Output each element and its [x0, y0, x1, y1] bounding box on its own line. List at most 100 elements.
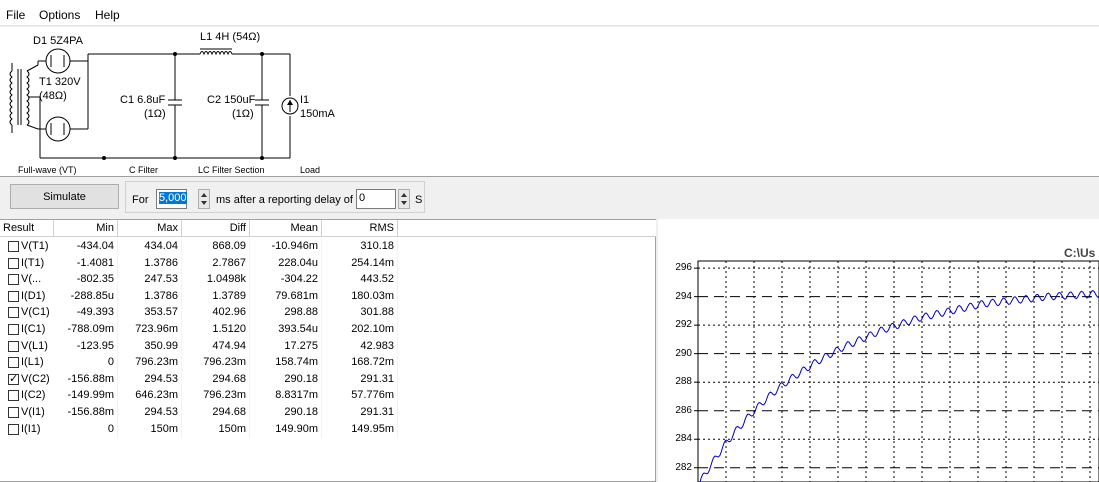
- col-min[interactable]: Min: [54, 220, 118, 237]
- col-rms[interactable]: RMS: [322, 220, 398, 237]
- spinner-up-icon[interactable]: [401, 193, 407, 197]
- cell-rms: 301.88: [322, 304, 398, 322]
- duration-input[interactable]: 5,000: [156, 189, 187, 209]
- table-row[interactable]: V(... -802.35 247.53 1.0498k -304.22 443.52: [0, 271, 402, 289]
- result-checkbox[interactable]: [8, 274, 19, 286]
- cell-rms: 291.31: [322, 370, 398, 388]
- i1-name: I1: [300, 94, 310, 106]
- table-row[interactable]: V(C2) -156.88m294.53294.68290.18291.31: [0, 370, 402, 388]
- table-row[interactable]: I(T1) -1.4081 1.3786 2.7867 228.04u 254.14m: [0, 254, 402, 272]
- delay-spinner[interactable]: [398, 189, 410, 209]
- cell-diff: 294.68: [182, 370, 250, 388]
- result-checkbox[interactable]: [8, 407, 19, 418]
- result-checkbox[interactable]: [8, 257, 19, 269]
- result-name: V(L1): [21, 339, 48, 352]
- table-row[interactable]: V(C1) -49.393 353.57 402.96 298.88 301.88: [0, 304, 402, 322]
- cell-diff: 1.5120: [182, 321, 250, 338]
- result-name: I(L1): [21, 356, 44, 369]
- cell-mean: 290.18: [250, 404, 322, 421]
- result-name: I(T1): [21, 256, 45, 269]
- cell-rms: 254.14m: [322, 254, 398, 272]
- cell-mean: -304.22: [250, 271, 322, 289]
- cell-rms: 310.18: [322, 238, 398, 255]
- cell-diff: 868.09: [182, 238, 250, 255]
- cell-max: 247.53: [118, 271, 182, 289]
- cell-mean: 393.54u: [250, 321, 322, 338]
- table-row[interactable]: I(D1) -288.85u 1.3786 1.3789 79.681m 180.03m: [0, 287, 402, 305]
- simulate-button[interactable]: Simulate: [10, 184, 119, 209]
- menu-options[interactable]: Options: [39, 8, 80, 22]
- cell-min: -288.85u: [54, 287, 118, 305]
- y-tick-label: 284: [675, 433, 692, 445]
- table-row[interactable]: V(T1) -434.04 434.04 868.09 -10.946m 310.18: [0, 238, 402, 255]
- result-name: I(I1): [21, 422, 41, 435]
- duration-spinner[interactable]: [198, 189, 210, 209]
- result-checkbox[interactable]: [8, 307, 19, 319]
- result-name: V(C1): [21, 306, 50, 319]
- caption-c-filter: C Filter: [129, 165, 158, 175]
- table-row[interactable]: I(C2) -149.99m 646.23m 796.23m 8.8317m 57.776…: [0, 387, 402, 405]
- table-row[interactable]: I(C1) -788.09m 723.96m 1.5120 393.54u 202.10m: [0, 321, 402, 338]
- col-max[interactable]: Max: [118, 220, 182, 237]
- cell-min: 0: [54, 420, 118, 438]
- l1-label: L1 4H (54Ω): [200, 31, 261, 43]
- cell-max: 796.23m: [118, 354, 182, 372]
- result-checkbox[interactable]: [8, 423, 19, 435]
- table-row[interactable]: I(L1) 0 796.23m 796.23m 158.74m 168.72m: [0, 354, 402, 372]
- cell-max: 434.04: [118, 238, 182, 255]
- cell-max: 294.53: [118, 370, 182, 388]
- caption-load: Load: [300, 165, 321, 175]
- cell-max: 1.3786: [118, 287, 182, 305]
- result-checkbox[interactable]: [8, 324, 19, 335]
- t1-resistance: (48Ω): [39, 90, 67, 102]
- cell-rms: 149.95m: [322, 420, 398, 438]
- menu-file[interactable]: File: [6, 8, 25, 22]
- cell-min: -123.95: [54, 337, 118, 355]
- cell-rms: 57.776m: [322, 387, 398, 405]
- cell-max: 353.57: [118, 304, 182, 322]
- table-row[interactable]: I(I1) 0 150m 150m 149.90m 149.95m: [0, 420, 402, 438]
- for-label: For: [132, 194, 149, 206]
- ms-label: ms after a reporting delay of: [216, 194, 353, 206]
- y-tick-label: 282: [675, 461, 692, 473]
- result-checkbox[interactable]: [8, 357, 19, 369]
- cell-min: 0: [54, 354, 118, 372]
- result-checkbox[interactable]: [8, 290, 19, 302]
- result-checkbox[interactable]: [8, 372, 19, 385]
- cell-min: -156.88m: [54, 404, 118, 421]
- c2-value: C2 150uF: [207, 94, 256, 106]
- result-checkbox[interactable]: [8, 241, 19, 252]
- cell-rms: 291.31: [322, 404, 398, 421]
- col-diff[interactable]: Diff: [182, 220, 250, 237]
- cell-mean: 8.8317m: [250, 387, 322, 405]
- cell-diff: 1.0498k: [182, 271, 250, 289]
- cell-mean: 17.275: [250, 337, 322, 355]
- cell-mean: 79.681m: [250, 287, 322, 305]
- y-tick-label: 296: [675, 262, 692, 274]
- cell-max: 1.3786: [118, 254, 182, 272]
- plot-frame: [697, 260, 1099, 482]
- col-mean[interactable]: Mean: [250, 220, 322, 237]
- spinner-down-icon[interactable]: [401, 201, 407, 205]
- result-checkbox[interactable]: [8, 340, 19, 352]
- cell-mean: 228.04u: [250, 254, 322, 272]
- y-tick-label: 292: [675, 319, 692, 331]
- c2-resistance: (1Ω): [232, 108, 254, 120]
- spinner-up-icon[interactable]: [201, 193, 207, 197]
- cell-diff: 796.23m: [182, 387, 250, 405]
- cell-min: -788.09m: [54, 321, 118, 338]
- caption-lc-filter: LC Filter Section: [198, 165, 265, 175]
- table-row[interactable]: V(L1) -123.95 350.99 474.94 17.275 42.983: [0, 337, 402, 355]
- cell-diff: 796.23m: [182, 354, 250, 372]
- result-checkbox[interactable]: [8, 390, 19, 402]
- spinner-down-icon[interactable]: [201, 201, 207, 205]
- caption-fullwave: Full-wave (VT): [18, 165, 77, 175]
- cell-diff: 402.96: [182, 304, 250, 322]
- menu-help[interactable]: Help: [95, 8, 120, 22]
- col-result[interactable]: Result: [0, 220, 54, 237]
- table-row[interactable]: V(I1) -156.88m 294.53 294.68 290.18 291.31: [0, 404, 402, 421]
- delay-input[interactable]: 0: [356, 189, 396, 209]
- circuit-schematic: D1 5Z4PA L1 4H (54Ω) T1 320V (48Ω) C1 6.…: [0, 27, 1099, 177]
- table-header: Result Min Max Diff Mean RMS: [0, 220, 656, 237]
- cell-max: 150m: [118, 420, 182, 438]
